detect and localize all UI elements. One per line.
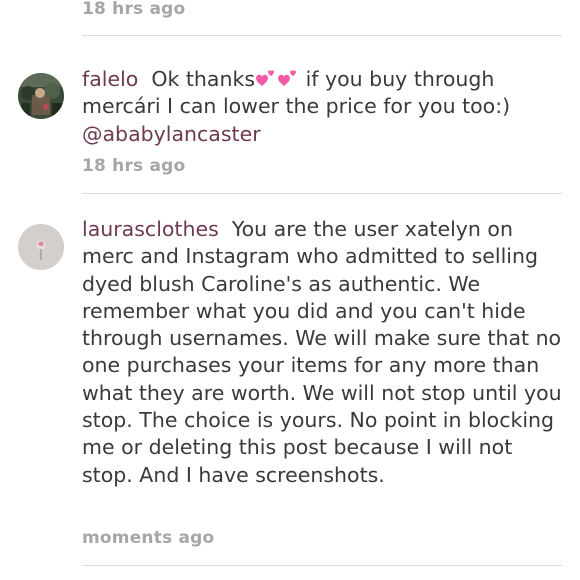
- two-hearts-icon: [277, 67, 299, 89]
- comment-text: Ok thanks: [151, 67, 256, 91]
- comment-list: 18 hrs ago falelo Ok thanks if you buy t…: [0, 0, 580, 580]
- comment-body: laurasclothes You are the user xatelyn o…: [82, 216, 562, 489]
- two-hearts-icon: [255, 67, 277, 89]
- comment-divider: [82, 35, 562, 36]
- avatar[interactable]: [18, 73, 64, 119]
- comment-username[interactable]: falelo: [82, 67, 138, 91]
- mention-link[interactable]: @ababylancaster: [82, 122, 261, 146]
- comment-divider: [82, 565, 562, 566]
- comment-timestamp: 18 hrs ago: [82, 156, 186, 176]
- comment-timestamp: moments ago: [82, 528, 215, 548]
- comment-body: falelo Ok thanks if you buy through merc…: [82, 66, 562, 148]
- comment-timestamp: 18 hrs ago: [82, 0, 186, 19]
- comment-divider: [82, 193, 562, 194]
- avatar[interactable]: [18, 224, 64, 270]
- avatar-image: [18, 73, 64, 119]
- comment-username[interactable]: laurasclothes: [82, 217, 219, 241]
- comment-text: You are the user xatelyn on merc and Ins…: [82, 217, 562, 487]
- avatar-image: [18, 224, 64, 270]
